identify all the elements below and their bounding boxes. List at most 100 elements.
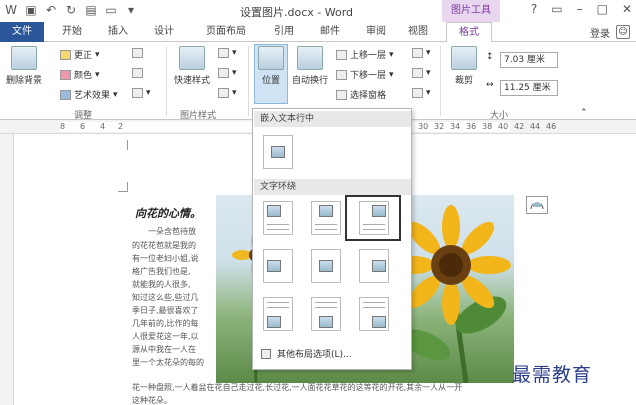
ribbon-display-icon[interactable]: ▭ [551,2,562,16]
color-icon [60,69,71,80]
login-link[interactable]: 登录 [590,25,610,40]
quick-styles-button[interactable]: 快速样式 [172,46,212,86]
tab-home[interactable]: 开始 [54,22,90,42]
thumbnail-picture-icon [372,260,386,272]
tab-references[interactable]: 引用 [266,22,302,42]
thumbnail-picture-icon [319,260,333,272]
close-icon[interactable]: ✕ [622,2,632,16]
position-top-right-option[interactable] [345,195,401,241]
more-layout-options-item[interactable]: 其他布局选项(L)... [261,347,352,360]
ruler-number: 36 [466,122,477,131]
thumbnail-picture-icon [271,146,285,158]
text-line: 格广告我们也是, [132,267,191,276]
group-icon [412,68,423,78]
quick-styles-icon [179,46,205,70]
position-button[interactable]: 位置 [251,46,291,86]
crop-button[interactable]: 裁剪 [444,46,484,86]
tab-format[interactable]: 格式 [446,22,492,43]
picture-effects-icon [218,68,229,78]
undo-icon[interactable]: ↶ [44,3,58,17]
rotate-icon [412,88,423,98]
reset-picture-icon [132,88,143,98]
help-icon[interactable]: ? [531,2,537,16]
reset-picture-button[interactable]: ▾ [132,88,151,98]
position-bottom-left-option[interactable] [263,297,293,331]
position-middle-left-option[interactable] [263,249,293,283]
align-icon [412,48,423,58]
wrap-text-button[interactable]: 自动换行 [290,46,330,86]
title-bar: W ▣ ↶ ↻ ▤ ▭ ▾ 设置图片.docx - Word 图片工具 ? ▭ … [0,0,636,22]
remove-background-button[interactable]: 删除背景 [4,46,44,86]
position-top-left-option[interactable] [263,201,293,235]
with-text-wrapping-header: 文字环绕 [254,179,411,195]
picture-border-button[interactable]: ▾ [218,48,237,58]
position-dropdown-menu: 嵌入文本行中 文字环绕 其他布局选项(L)... [252,108,412,370]
thumbnail-picture-icon [372,316,386,328]
layout-options-icon[interactable] [526,196,548,214]
compress-pictures-button[interactable] [132,48,143,58]
minimize-icon[interactable]: – [577,2,583,16]
ruler-number: 30 [418,122,429,131]
picture-effects-button[interactable]: ▾ [218,68,237,78]
ruler-number: 4 [100,122,106,131]
tab-file[interactable]: 文件 [0,22,44,42]
tab-review[interactable]: 审阅 [358,22,394,42]
thumbnail-line [315,224,337,225]
rotate-button[interactable]: ▾ [412,88,431,98]
position-bottom-center-option[interactable] [311,297,341,331]
position-inline-option[interactable] [263,135,293,169]
tab-page-layout[interactable]: 页面布局 [196,22,256,42]
position-top-center-option[interactable] [311,201,341,235]
thumbnail-line [315,307,337,308]
remove-background-icon [11,46,37,70]
ruler-number: 8 [60,122,66,131]
maximize-icon[interactable]: □ [597,2,608,16]
open-folder-icon[interactable]: ▭ [104,3,118,17]
layout-options-icon [261,348,271,359]
picture-border-icon [218,48,229,58]
feedback-icon[interactable]: ☺ [616,25,630,39]
position-middle-right-option[interactable] [359,249,389,283]
redo-icon[interactable]: ↻ [64,3,78,17]
customize-qat-icon[interactable]: ▾ [124,3,138,17]
height-input[interactable]: 7.03 厘米 [500,52,558,68]
artistic-effects-button[interactable]: 艺术效果 ▾ [60,88,118,101]
ribbon-separator [166,46,167,116]
thumbnail-line [363,302,385,303]
group-button[interactable]: ▾ [412,68,431,78]
text-line: 知过这么些,些过几 [132,293,199,302]
position-middle-center-option[interactable] [311,249,341,283]
corrections-button[interactable]: 更正 ▾ [60,48,100,61]
position-bottom-right-option[interactable] [359,297,389,331]
tab-insert[interactable]: 插入 [100,22,136,42]
selection-pane-icon [336,89,347,100]
bring-forward-icon [336,49,347,60]
align-button[interactable]: ▾ [412,48,431,58]
save-as-icon[interactable]: ▤ [84,3,98,17]
thumbnail-line [315,229,337,230]
thumbnail-line [267,229,289,230]
tab-mailings[interactable]: 邮件 [312,22,348,42]
selection-pane-button[interactable]: 选择窗格 [336,88,386,101]
width-input[interactable]: 11.25 厘米 [500,80,558,96]
quick-access-toolbar: W ▣ ↶ ↻ ▤ ▭ ▾ [4,3,138,17]
tab-view[interactable]: 视图 [400,22,436,42]
thumbnail-line [363,307,385,308]
save-icon[interactable]: ▣ [24,3,38,17]
window-controls: ? ▭ – □ ✕ [531,2,632,16]
picture-layout-button[interactable]: ▾ [218,88,237,98]
bring-forward-button[interactable]: 上移一层 ▾ [336,48,394,61]
collapse-ribbon-icon[interactable]: ⌃ [580,108,588,118]
thumbnail-picture-icon [372,205,386,217]
change-picture-icon [132,68,143,78]
ribbon-separator [440,46,441,116]
change-picture-button[interactable] [132,68,143,78]
tab-design[interactable]: 设计 [146,22,182,42]
text-line: 的花花苞就是我的 [132,241,196,250]
thumbnail-picture-icon [267,260,281,272]
send-backward-button[interactable]: 下移一层 ▾ [336,68,394,81]
thumbnail-picture-icon [319,316,333,328]
text-line: 人很爱花这一年,以 [132,332,199,341]
color-button[interactable]: 颜色 ▾ [60,68,100,81]
compress-icon [132,48,143,58]
